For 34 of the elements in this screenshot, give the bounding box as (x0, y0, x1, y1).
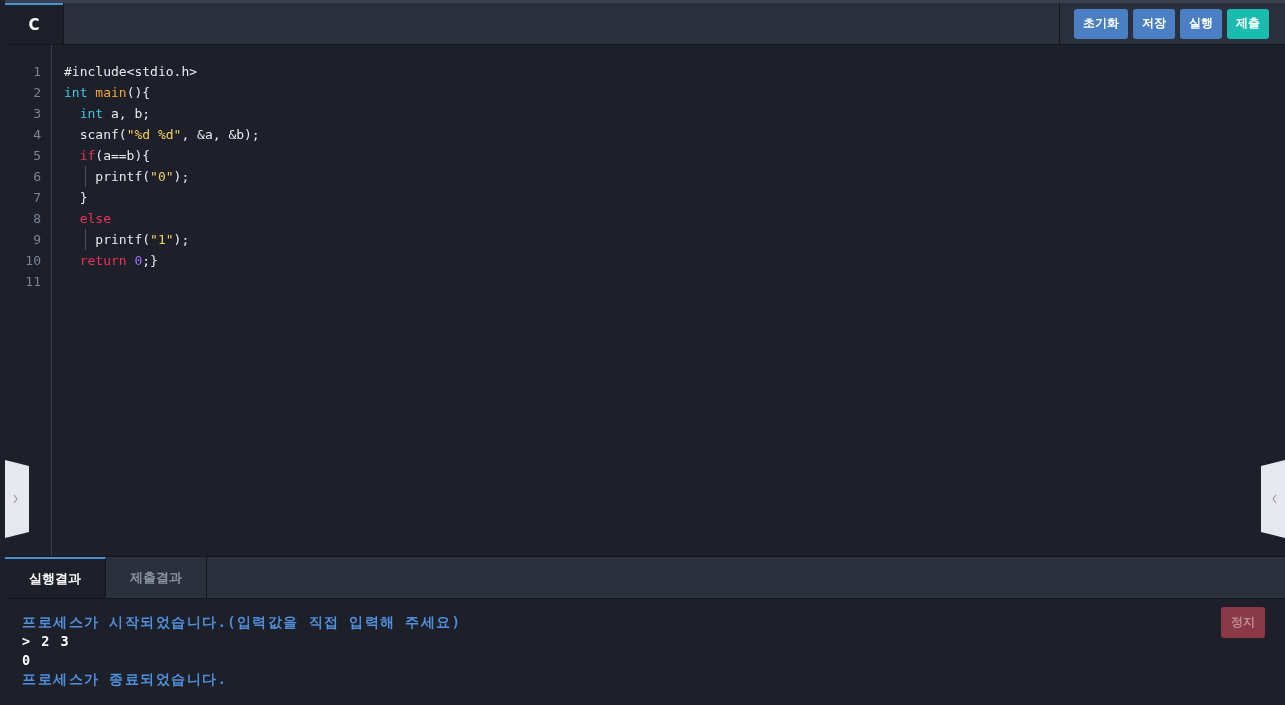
code-line: printf("1"); (94, 231, 190, 249)
result-tab[interactable]: 실행결과 (5, 557, 106, 598)
toolbar-button[interactable]: 실행 (1180, 8, 1222, 39)
line-number: 9 (32, 231, 42, 249)
line-number: 10 (24, 252, 42, 270)
stop-button[interactable]: 정지 (1221, 607, 1265, 638)
toolbar-button[interactable]: 제출 (1227, 8, 1269, 39)
code-line: else (78, 210, 111, 228)
line-number: 11 (24, 273, 42, 291)
line-number: 1 (32, 63, 42, 81)
expand-left-handle[interactable] (5, 458, 31, 540)
expand-right-handle[interactable] (1259, 458, 1285, 540)
toolbar-button[interactable]: 초기화 (1074, 8, 1128, 39)
line-number: 2 (32, 84, 42, 102)
code-line: if(a==b){ (78, 147, 151, 165)
console-line: 프로세스가 종료되었습니다. (22, 670, 228, 689)
code-line: } (78, 189, 88, 207)
language-tab[interactable]: C (5, 3, 63, 44)
code-line: return 0;} (78, 252, 158, 270)
code-line: printf("0"); (94, 168, 190, 186)
line-number: 7 (32, 189, 42, 207)
code-line: int a, b; (78, 105, 151, 123)
line-number: 6 (32, 168, 42, 186)
code-line: int main(){ (64, 84, 151, 102)
console-line: 프로세스가 시작되었습니다.(입력값을 직접 입력해 주세요) (22, 613, 462, 632)
line-number: 3 (32, 105, 42, 123)
line-number: 4 (32, 126, 42, 144)
line-number: 8 (32, 210, 42, 228)
line-number: 5 (32, 147, 42, 165)
console-line: 0 (22, 651, 32, 670)
code-line: scanf("%d %d", &a, &b); (78, 126, 260, 144)
code-line: #include<stdio.h> (64, 63, 198, 81)
toolbar-button[interactable]: 저장 (1133, 8, 1175, 39)
console-line: > 2 3 (22, 632, 71, 651)
